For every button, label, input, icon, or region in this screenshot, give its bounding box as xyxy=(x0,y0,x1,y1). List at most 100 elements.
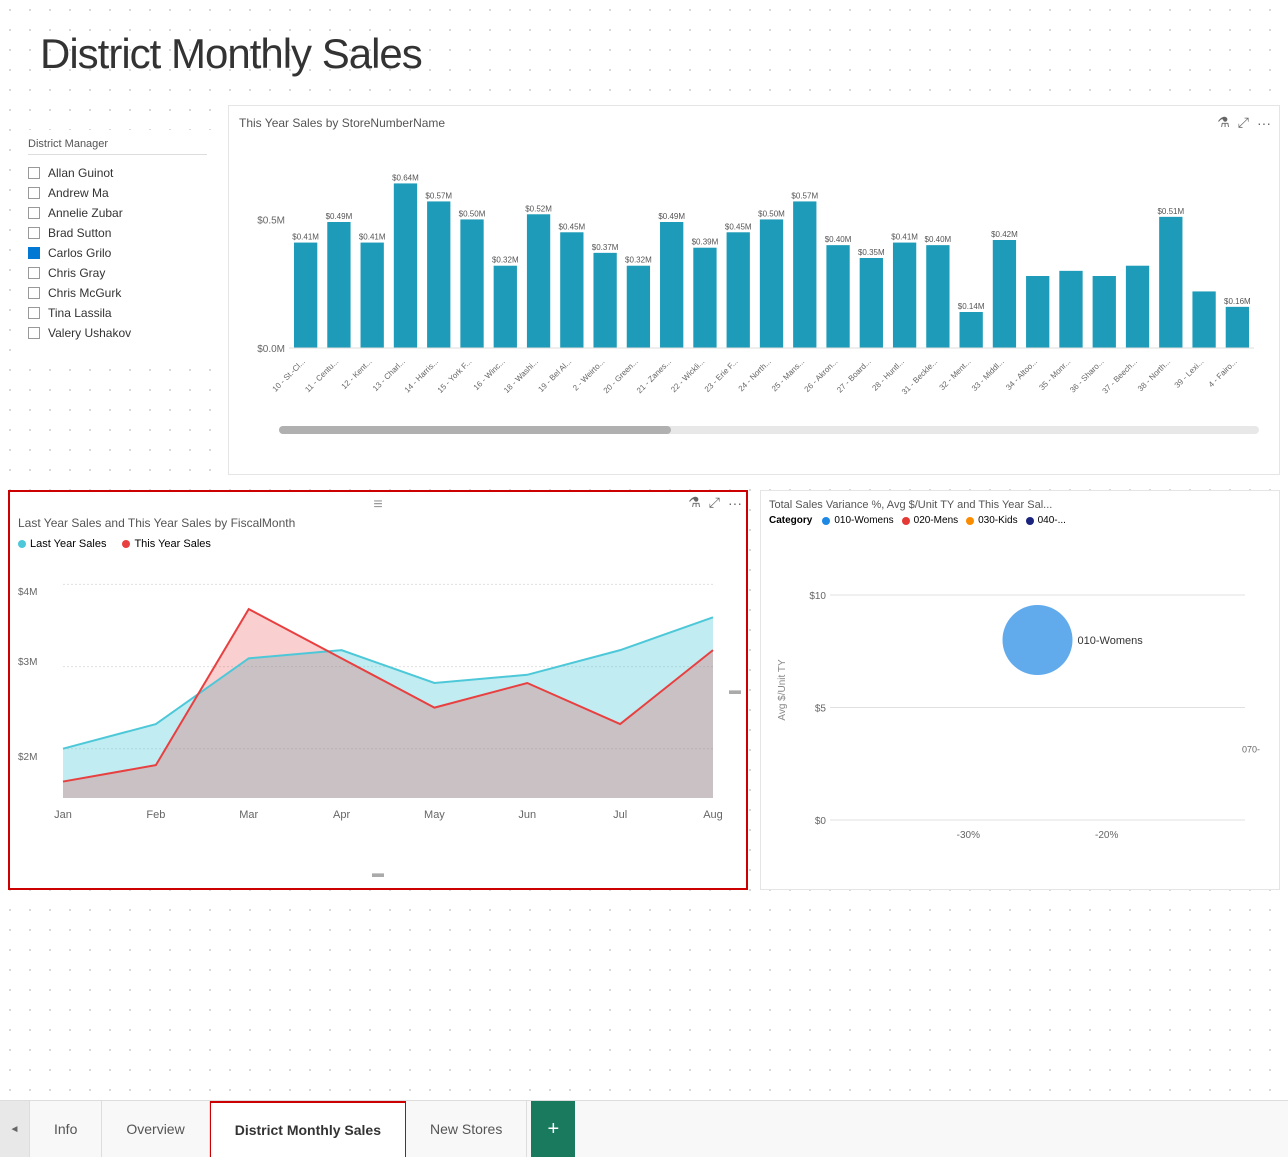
svg-text:$0.50M: $0.50M xyxy=(459,209,486,218)
manager-item[interactable]: Carlos Grilo xyxy=(28,243,207,263)
svg-text:39 - Lexi...: 39 - Lexi... xyxy=(1173,357,1206,390)
svg-text:$0: $0 xyxy=(815,816,827,827)
svg-text:22 - Wickli...: 22 - Wickli... xyxy=(669,357,706,394)
svg-text:Jan: Jan xyxy=(54,809,72,821)
tab-item[interactable]: District Monthly Sales xyxy=(210,1101,406,1157)
svg-text:$0.32M: $0.32M xyxy=(625,256,652,265)
svg-text:15 - York F...: 15 - York F... xyxy=(436,357,474,395)
manager-checkbox[interactable] xyxy=(28,207,40,219)
manager-checkbox[interactable] xyxy=(28,287,40,299)
tab-item[interactable]: New Stores xyxy=(406,1101,527,1157)
manager-name: Brad Sutton xyxy=(48,226,111,240)
svg-text:$0.5M: $0.5M xyxy=(257,215,285,226)
manager-item[interactable]: Annelie Zubar xyxy=(28,203,207,223)
svg-text:25 - Mans...: 25 - Mans... xyxy=(770,357,806,393)
svg-text:$0.40M: $0.40M xyxy=(825,235,852,244)
area-chart-container: ≡ ⚗ ⤢ ··· Last Year Sales and This Year … xyxy=(8,490,748,890)
manager-item[interactable]: Chris McGurk xyxy=(28,283,207,303)
svg-text:$0.16M: $0.16M xyxy=(1224,297,1251,306)
scatter-legend-item: 030-Kids xyxy=(966,515,1017,526)
scatter-legend-dot xyxy=(1026,517,1034,525)
manager-checkbox[interactable] xyxy=(28,307,40,319)
scatter-legend-items: 010-Womens 020-Mens 030-Kids 040-... xyxy=(822,515,1066,526)
legend-last-year: Last Year Sales xyxy=(18,538,106,550)
main-container: District Monthly Sales District Manager … xyxy=(0,0,1288,1100)
tab-item[interactable]: Overview xyxy=(102,1101,209,1157)
area-more-icon[interactable]: ··· xyxy=(728,495,742,511)
scatter-title: Total Sales Variance %, Avg $/Unit TY an… xyxy=(769,499,1271,511)
last-year-dot xyxy=(18,540,26,548)
svg-text:May: May xyxy=(424,809,445,821)
svg-text:24 - North...: 24 - North... xyxy=(737,357,773,393)
scrollbar-thumb xyxy=(279,426,671,434)
manager-name: Allan Guinot xyxy=(48,166,113,180)
svg-text:Apr: Apr xyxy=(333,809,350,821)
manager-checkbox[interactable] xyxy=(28,247,40,259)
district-manager-panel: District Manager Allan Guinot Andrew Ma An… xyxy=(20,130,215,351)
svg-text:$0.41M: $0.41M xyxy=(891,233,918,242)
manager-checkbox[interactable] xyxy=(28,187,40,199)
area-chart-title: Last Year Sales and This Year Sales by F… xyxy=(18,516,738,530)
panel-title: District Manager xyxy=(28,138,207,155)
svg-text:$0.37M: $0.37M xyxy=(592,243,619,252)
legend-this-year: This Year Sales xyxy=(122,538,210,550)
manager-checkbox[interactable] xyxy=(28,227,40,239)
area-filter-icon[interactable]: ⚗ xyxy=(688,494,701,511)
manager-item[interactable]: Allan Guinot xyxy=(28,163,207,183)
area-expand-icon[interactable]: ⤢ xyxy=(709,494,720,511)
svg-text:18 - Washi...: 18 - Washi... xyxy=(502,357,540,395)
scatter-legend-item: 040-... xyxy=(1026,515,1066,526)
expand-icon[interactable]: ⤢ xyxy=(1238,114,1249,131)
svg-text:$5: $5 xyxy=(815,704,827,715)
svg-text:13 - Charl...: 13 - Charl... xyxy=(371,357,407,393)
area-resize-handle[interactable]: ▬ xyxy=(372,866,384,880)
more-icon[interactable]: ··· xyxy=(1257,115,1271,131)
svg-text:32 - Ment...: 32 - Ment... xyxy=(938,357,973,392)
svg-text:Feb: Feb xyxy=(146,809,165,821)
this-year-dot xyxy=(122,540,130,548)
svg-text:27 - Board...: 27 - Board... xyxy=(835,357,872,394)
svg-text:10 - St.-Cl...: 10 - St.-Cl... xyxy=(271,357,308,394)
scatter-legend-label: 030-Kids xyxy=(978,515,1017,526)
svg-text:37 - Beech...: 37 - Beech... xyxy=(1101,357,1139,395)
manager-item[interactable]: Andrew Ma xyxy=(28,183,207,203)
manager-list: Allan Guinot Andrew Ma Annelie Zubar Brad S… xyxy=(28,163,207,343)
svg-text:$10: $10 xyxy=(809,591,826,602)
scatter-legend-label: 040-... xyxy=(1038,515,1066,526)
manager-checkbox[interactable] xyxy=(28,327,40,339)
svg-text:$0.64M: $0.64M xyxy=(392,173,419,182)
svg-text:$0.50M: $0.50M xyxy=(758,209,785,218)
svg-text:$0.40M: $0.40M xyxy=(925,235,952,244)
drag-handle[interactable]: ≡ xyxy=(373,496,382,514)
bar-chart-scrollbar[interactable] xyxy=(279,426,1259,434)
bar-chart-container: This Year Sales by StoreNumberName ⚗ ⤢ ·… xyxy=(228,105,1280,475)
area-resize-right[interactable]: ▬ xyxy=(728,683,742,697)
filter-icon[interactable]: ⚗ xyxy=(1217,114,1230,131)
manager-name: Andrew Ma xyxy=(48,186,109,200)
tab-prev-button[interactable]: ◄ xyxy=(0,1101,30,1157)
tab-bar: ◄ InfoOverviewDistrict Monthly SalesNew … xyxy=(0,1100,1288,1157)
scatter-container: Total Sales Variance %, Avg $/Unit TY an… xyxy=(760,490,1280,890)
scatter-legend-item: 010-Womens xyxy=(822,515,893,526)
tab-add-button[interactable]: + xyxy=(531,1101,575,1157)
svg-text:-30%: -30% xyxy=(957,830,980,841)
area-chart-icons: ⚗ ⤢ ··· xyxy=(688,494,742,511)
manager-item[interactable]: Chris Gray xyxy=(28,263,207,283)
scatter-legend-label: 020-Mens xyxy=(914,515,958,526)
manager-checkbox[interactable] xyxy=(28,267,40,279)
manager-item[interactable]: Brad Sutton xyxy=(28,223,207,243)
svg-text:$0.0M: $0.0M xyxy=(257,344,285,355)
manager-name: Tina Lassila xyxy=(48,306,112,320)
svg-text:$0.41M: $0.41M xyxy=(292,233,319,242)
y-label-2m: $2M xyxy=(18,752,37,763)
manager-item[interactable]: Tina Lassila xyxy=(28,303,207,323)
svg-text:$0.49M: $0.49M xyxy=(326,212,353,221)
svg-text:$0.49M: $0.49M xyxy=(658,212,685,221)
manager-checkbox[interactable] xyxy=(28,167,40,179)
svg-text:Jul: Jul xyxy=(613,809,627,821)
manager-item[interactable]: Valery Ushakov xyxy=(28,323,207,343)
svg-text:$0.32M: $0.32M xyxy=(492,256,519,265)
manager-name: Annelie Zubar xyxy=(48,206,123,220)
manager-name: Carlos Grilo xyxy=(48,246,111,260)
tab-item[interactable]: Info xyxy=(30,1101,102,1157)
